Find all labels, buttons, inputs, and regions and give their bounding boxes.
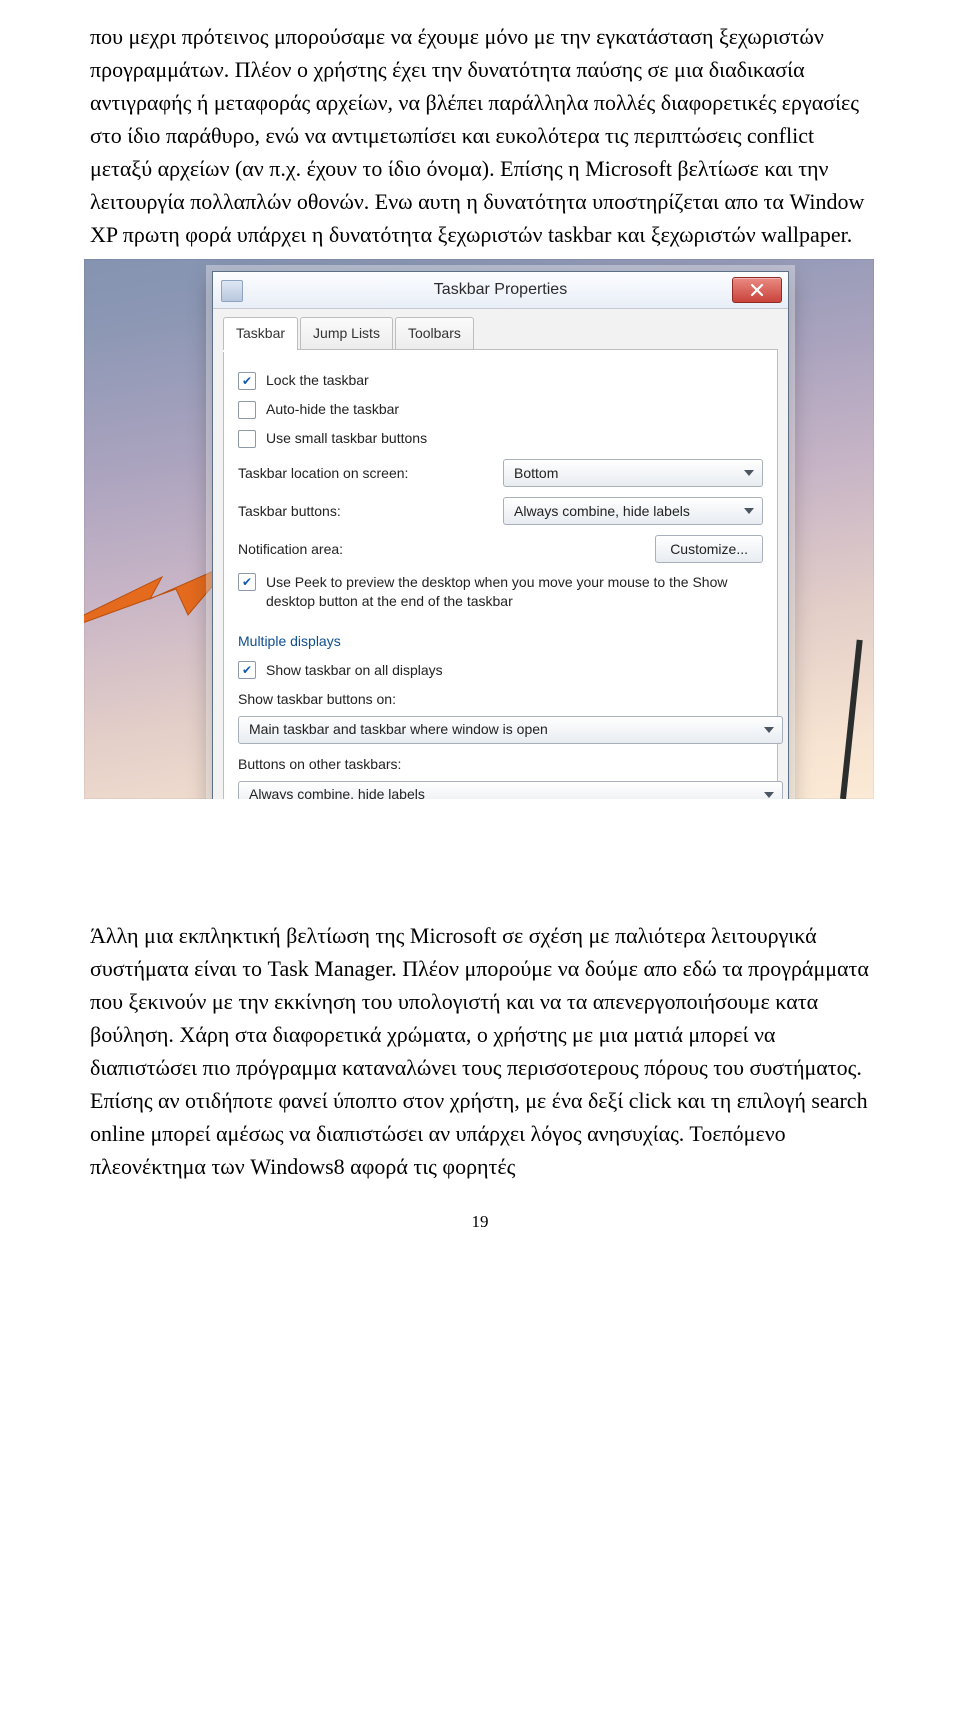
close-icon: [750, 283, 764, 297]
taskbar-properties-dialog: Taskbar Properties Taskbar Jump Lists To…: [212, 271, 789, 799]
close-button[interactable]: [732, 277, 782, 303]
label-lock-taskbar: Lock the taskbar: [266, 370, 763, 391]
label-small-buttons: Use small taskbar buttons: [266, 428, 763, 449]
label-show-buttons-on: Show taskbar buttons on:: [238, 689, 763, 710]
label-auto-hide: Auto-hide the taskbar: [266, 399, 763, 420]
body-paragraph-2: Άλλη μια εκπληκτική βελτίωση της Microso…: [90, 919, 870, 1183]
tab-jump-lists[interactable]: Jump Lists: [300, 317, 393, 350]
dropdown-other-taskbars[interactable]: Always combine, hide labels: [238, 781, 783, 799]
dropdown-taskbar-buttons[interactable]: Always combine, hide labels: [503, 497, 763, 525]
chevron-down-icon: [744, 508, 754, 514]
page-number: 19: [90, 1209, 870, 1235]
label-show-all-displays: Show taskbar on all displays: [266, 660, 763, 681]
tab-taskbar[interactable]: Taskbar: [223, 317, 298, 350]
tab-toolbars[interactable]: Toolbars: [395, 317, 474, 350]
chevron-down-icon: [744, 470, 754, 476]
checkbox-auto-hide[interactable]: [238, 401, 256, 419]
pole-decoration: [840, 640, 863, 799]
dropdown-taskbar-buttons-value: Always combine, hide labels: [514, 501, 690, 522]
chevron-down-icon: [764, 792, 774, 798]
label-taskbar-buttons: Taskbar buttons:: [238, 501, 341, 522]
dropdown-show-buttons-on[interactable]: Main taskbar and taskbar where window is…: [238, 716, 783, 744]
label-peek: Use Peek to preview the desktop when you…: [266, 573, 763, 611]
chevron-down-icon: [764, 727, 774, 733]
customize-button[interactable]: Customize...: [655, 535, 763, 563]
tab-strip: Taskbar Jump Lists Toolbars: [213, 309, 788, 350]
spacer: [90, 829, 870, 919]
system-icon: [221, 280, 243, 302]
screenshot-desktop-background: Taskbar Properties Taskbar Jump Lists To…: [84, 259, 874, 799]
callout-arrow: [84, 553, 232, 673]
body-paragraph-1: που μεχρι πρότεινος μπορούσαμε να έχουμε…: [90, 20, 870, 251]
dropdown-other-taskbars-value: Always combine, hide labels: [249, 784, 425, 799]
checkbox-lock-taskbar[interactable]: [238, 372, 256, 390]
label-notification-area: Notification area:: [238, 539, 343, 560]
dialog-titlebar[interactable]: Taskbar Properties: [213, 272, 788, 309]
checkbox-small-buttons[interactable]: [238, 430, 256, 448]
label-taskbar-location: Taskbar location on screen:: [238, 463, 408, 484]
label-other-taskbars: Buttons on other taskbars:: [238, 754, 763, 775]
group-multiple-displays: Multiple displays Show taskbar on all di…: [238, 625, 763, 799]
dropdown-show-buttons-on-value: Main taskbar and taskbar where window is…: [249, 719, 548, 740]
checkbox-show-all-displays[interactable]: [238, 661, 256, 679]
tab-panel-taskbar: Lock the taskbar Auto-hide the taskbar U…: [223, 349, 778, 799]
dropdown-taskbar-location[interactable]: Bottom: [503, 459, 763, 487]
checkbox-peek[interactable]: [238, 573, 256, 591]
legend-multiple-displays: Multiple displays: [238, 631, 763, 652]
dialog-title: Taskbar Properties: [434, 278, 567, 302]
dropdown-taskbar-location-value: Bottom: [514, 463, 558, 484]
